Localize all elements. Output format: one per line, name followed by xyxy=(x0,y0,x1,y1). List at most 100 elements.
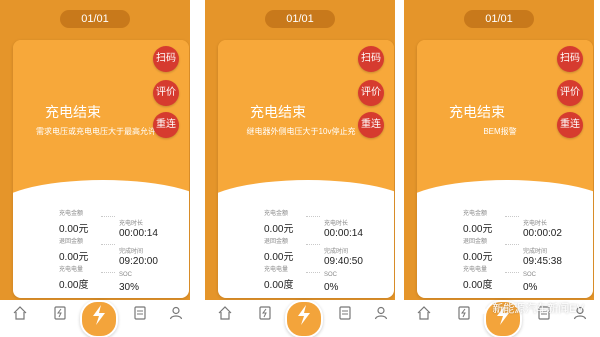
refund-amount-label: 退回金额 xyxy=(463,239,488,245)
soc-value: 0% xyxy=(523,282,538,293)
station-icon xyxy=(134,306,146,320)
rate-button[interactable]: 评价 xyxy=(557,80,583,106)
charger-icon xyxy=(458,306,470,320)
nav-charger[interactable] xyxy=(253,306,277,330)
nav-home[interactable] xyxy=(412,306,436,330)
charge-amount-value: 0.00元 xyxy=(463,224,493,235)
phone-screens-collage: 01/01 充电结束 需求电压或充电电压大于最高允许 扫码 评价 重连 充电金额… xyxy=(0,0,600,337)
charger-icon xyxy=(259,306,271,320)
wechat-icon xyxy=(475,304,488,315)
nav-charger[interactable] xyxy=(452,306,476,330)
watermark: 新能源汽车新闻EV xyxy=(474,300,584,316)
duration-label: 充电时长 xyxy=(324,221,349,227)
nav-charger[interactable] xyxy=(48,306,72,330)
charge-result-card: 充电结束 需求电压或充电电压大于最高允许 扫码 评价 重连 充电金额 0.00元… xyxy=(13,40,189,298)
soc-label: SOC xyxy=(119,272,133,278)
reconnect-button[interactable]: 重连 xyxy=(557,112,583,138)
reconnect-button[interactable]: 重连 xyxy=(153,112,179,138)
bottom-nav xyxy=(0,300,190,337)
refund-amount-label: 退回金额 xyxy=(59,239,84,245)
bolt-icon xyxy=(298,305,310,325)
soc-value: 0% xyxy=(324,282,339,293)
charge-status-title: 充电结束 xyxy=(45,104,101,120)
scan-button[interactable]: 扫码 xyxy=(153,46,179,72)
refund-amount-value: 0.00元 xyxy=(463,252,493,263)
energy-label: 充电电量 xyxy=(264,267,289,273)
charge-status-title: 充电结束 xyxy=(449,104,505,120)
nav-station[interactable] xyxy=(128,306,152,330)
reconnect-button[interactable]: 重连 xyxy=(358,112,384,138)
nav-user[interactable] xyxy=(164,306,188,330)
soc-label: SOC xyxy=(523,272,537,278)
watermark-text: 新能源汽车新闻EV xyxy=(492,303,584,315)
charge-stats: 充电金额 0.00元 退回金额 0.00元 充电电量 0.00度 充电时长 00… xyxy=(417,202,593,298)
charge-status-title: 充电结束 xyxy=(250,104,306,120)
charge-stats: 充电金额 0.00元 退回金额 0.00元 充电电量 0.00度 充电时长 00… xyxy=(13,202,189,298)
phone-screen-1: 01/01 充电结束 需求电压或充电电压大于最高允许 扫码 评价 重连 充电金额… xyxy=(0,0,190,337)
stat-connector xyxy=(505,272,519,273)
nav-charge[interactable] xyxy=(80,300,118,337)
finish-time-value: 09:40:50 xyxy=(324,256,363,267)
finish-time-label: 完成时间 xyxy=(324,249,349,255)
charge-amount-label: 充电金额 xyxy=(264,211,289,217)
refund-amount-value: 0.00元 xyxy=(59,252,89,263)
charge-amount-label: 充电金额 xyxy=(463,211,488,217)
bolt-icon xyxy=(93,305,105,325)
scan-button[interactable]: 扫码 xyxy=(557,46,583,72)
rate-button[interactable]: 评价 xyxy=(358,80,384,106)
stat-connector xyxy=(306,216,320,217)
charge-stats: 充电金额 0.00元 退回金额 0.00元 充电电量 0.00度 充电时长 00… xyxy=(218,202,394,298)
phone-screen-3: 01/01 充电结束 BEM报警 扫码 评价 重连 充电金额 0.00元 退回金… xyxy=(404,0,594,337)
finish-time-value: 09:20:00 xyxy=(119,256,158,267)
duration-value: 00:00:14 xyxy=(324,228,363,239)
charge-result-card: 充电结束 BEM报警 扫码 评价 重连 充电金额 0.00元 退回金额 0.00… xyxy=(417,40,593,298)
energy-value: 0.00度 xyxy=(463,280,493,291)
stop-reason: BEM报警 xyxy=(483,127,517,136)
charger-icon xyxy=(54,306,66,320)
duration-label: 充电时长 xyxy=(119,221,144,227)
soc-value: 30% xyxy=(119,282,140,293)
charge-result-card: 充电结束 继电器外侧电压大于10v停止充 扫码 评价 重连 充电金额 0.00元… xyxy=(218,40,394,298)
home-icon xyxy=(218,306,232,320)
stat-connector xyxy=(101,216,115,217)
stop-reason: 继电器外侧电压大于10v停止充 xyxy=(246,127,356,136)
stat-connector xyxy=(505,244,519,245)
duration-value: 00:00:02 xyxy=(523,228,562,239)
nav-home[interactable] xyxy=(213,306,237,330)
refund-amount-label: 退回金额 xyxy=(264,239,289,245)
energy-label: 充电电量 xyxy=(463,267,488,273)
stat-connector xyxy=(101,272,115,273)
charge-amount-label: 充电金额 xyxy=(59,211,84,217)
user-icon xyxy=(169,306,183,320)
refund-amount-value: 0.00元 xyxy=(264,252,294,263)
soc-label: SOC xyxy=(324,272,338,278)
home-icon xyxy=(13,306,27,320)
stat-connector xyxy=(306,272,320,273)
page-indicator: 01/01 xyxy=(60,10,130,28)
rate-button[interactable]: 评价 xyxy=(153,80,179,106)
stat-connector xyxy=(101,244,115,245)
stat-connector xyxy=(306,244,320,245)
duration-value: 00:00:14 xyxy=(119,228,158,239)
nav-charge[interactable] xyxy=(285,300,323,337)
bottom-nav xyxy=(205,300,395,337)
finish-time-value: 09:45:38 xyxy=(523,256,562,267)
energy-label: 充电电量 xyxy=(59,267,84,273)
energy-value: 0.00度 xyxy=(59,280,89,291)
nav-home[interactable] xyxy=(8,306,32,330)
finish-time-label: 完成时间 xyxy=(523,249,548,255)
stop-reason: 需求电压或充电电压大于最高允许 xyxy=(36,127,156,136)
duration-label: 充电时长 xyxy=(523,221,548,227)
stat-connector xyxy=(505,216,519,217)
phone-screen-2: 01/01 充电结束 继电器外侧电压大于10v停止充 扫码 评价 重连 充电金额… xyxy=(205,0,395,337)
user-icon xyxy=(374,306,388,320)
home-icon xyxy=(417,306,431,320)
finish-time-label: 完成时间 xyxy=(119,249,144,255)
scan-button[interactable]: 扫码 xyxy=(358,46,384,72)
nav-user[interactable] xyxy=(369,306,393,330)
charge-amount-value: 0.00元 xyxy=(264,224,294,235)
charge-amount-value: 0.00元 xyxy=(59,224,89,235)
station-icon xyxy=(339,306,351,320)
nav-station[interactable] xyxy=(333,306,357,330)
page-indicator: 01/01 xyxy=(464,10,534,28)
